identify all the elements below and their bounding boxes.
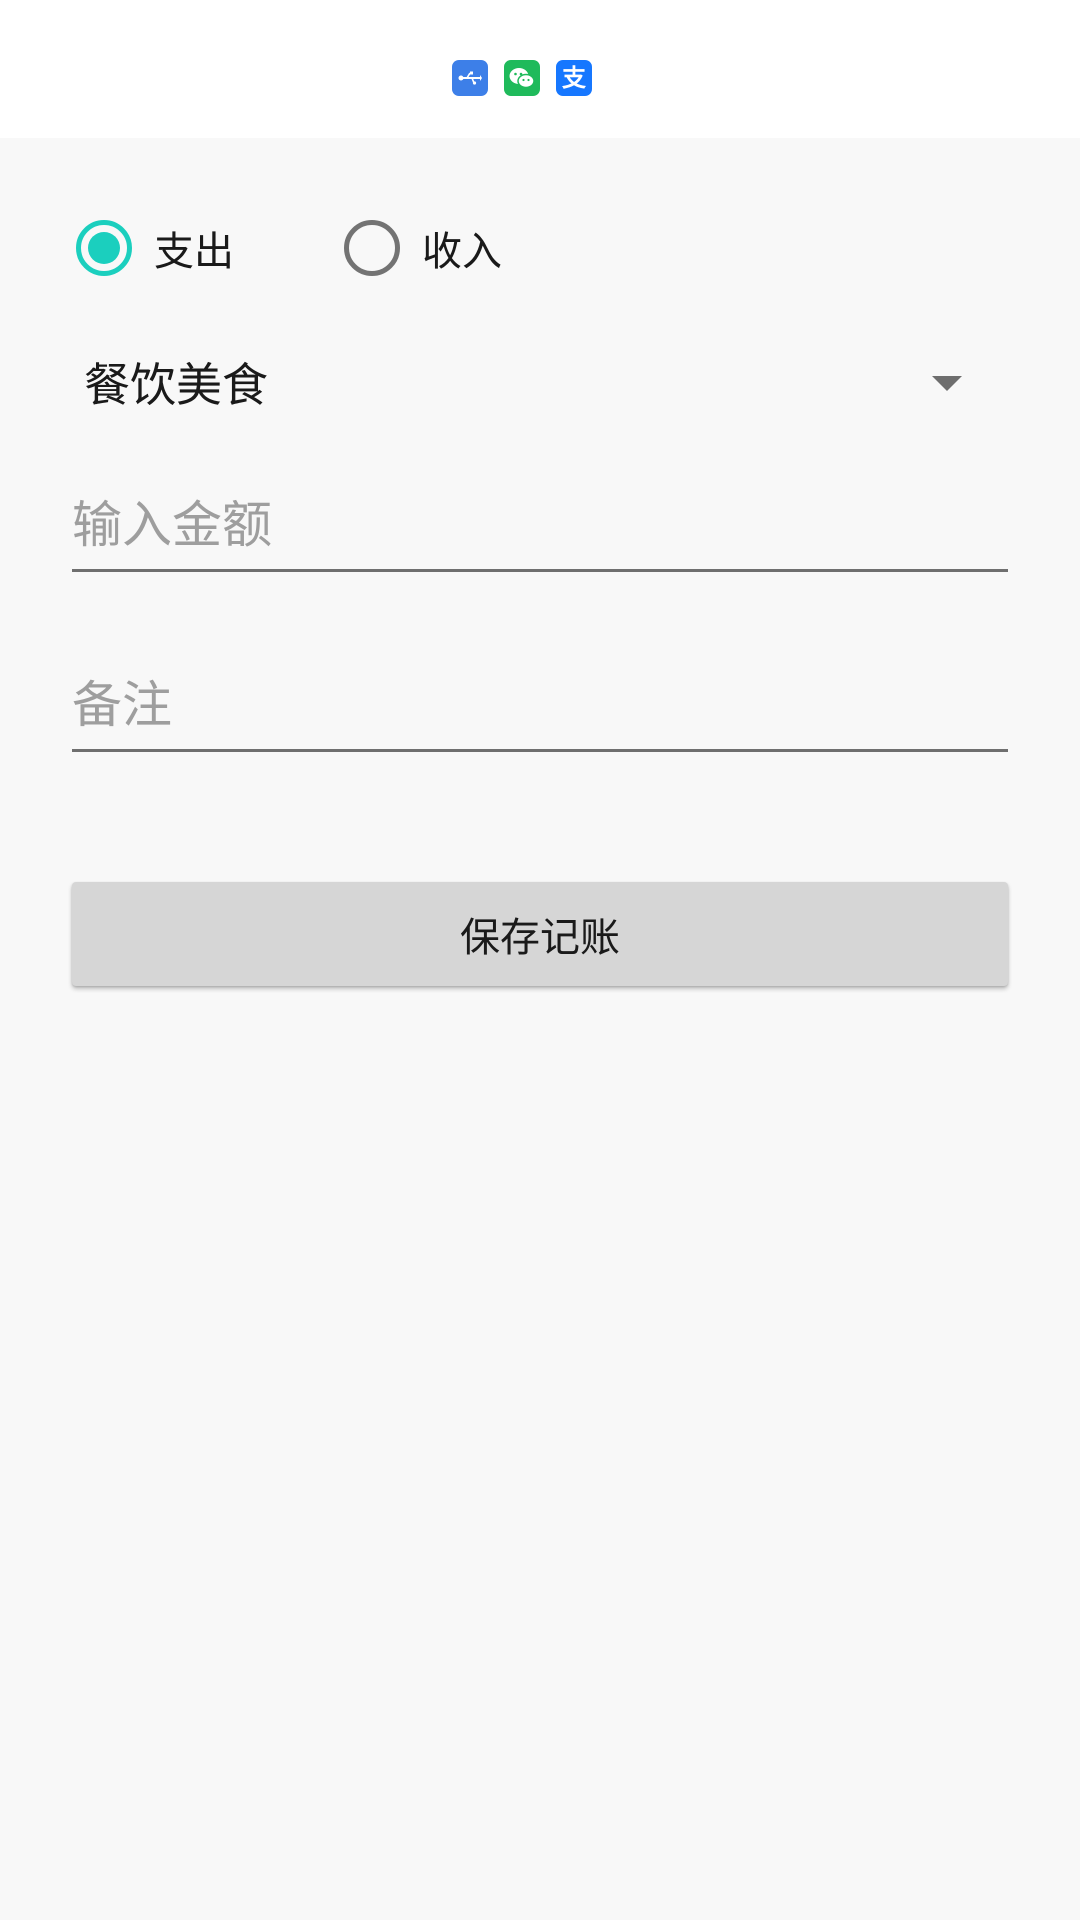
status-bar: 支	[0, 0, 1080, 138]
add-record-form: 支出 收入 餐饮美食 保存记账	[0, 138, 1080, 1920]
notification-icons: 支	[452, 60, 592, 96]
radio-expense[interactable]: 支出	[76, 219, 234, 277]
wechat-icon	[504, 60, 540, 96]
radio-expense-dot	[88, 232, 120, 264]
usb-symbol	[458, 71, 482, 85]
save-button[interactable]: 保存记账	[72, 882, 1008, 986]
radio-income-label: 收入	[422, 229, 502, 275]
alipay-icon: 支	[556, 60, 592, 96]
usb-icon	[452, 60, 488, 96]
radio-income[interactable]: 收入	[344, 219, 502, 277]
note-input[interactable]	[72, 660, 1008, 749]
radio-income-circle	[344, 220, 400, 276]
dropdown-arrow-icon	[932, 376, 962, 391]
note-field	[72, 660, 1008, 752]
type-radio-group: 支出 收入	[76, 216, 502, 280]
radio-expense-label: 支出	[154, 229, 234, 275]
category-spinner[interactable]: 餐饮美食	[72, 334, 972, 430]
category-selected: 餐饮美食	[84, 358, 268, 412]
amount-input[interactable]	[72, 480, 1008, 569]
amount-field	[72, 480, 1008, 572]
alipay-glyph: 支	[562, 64, 586, 92]
wechat-bubbles	[509, 68, 535, 89]
radio-expense-circle	[76, 220, 132, 276]
